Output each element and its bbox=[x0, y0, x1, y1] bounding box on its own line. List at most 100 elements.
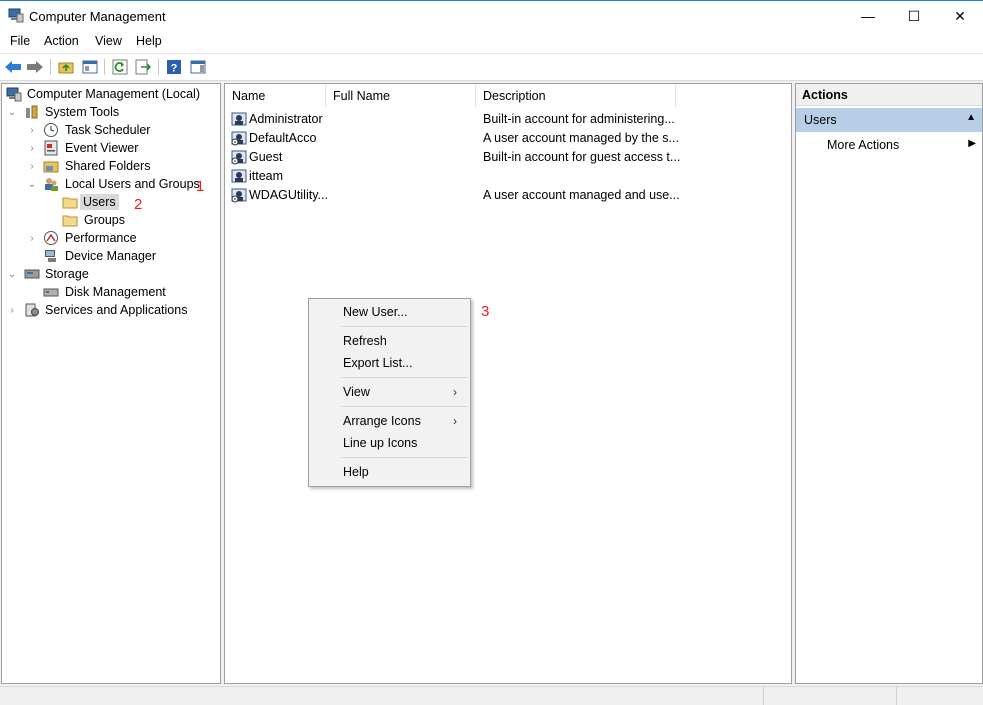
menu-action[interactable]: Action bbox=[44, 34, 79, 48]
users-group-icon bbox=[45, 178, 58, 191]
toolbar-separator bbox=[158, 59, 159, 75]
window-title: Computer Management bbox=[29, 9, 166, 24]
menu-help[interactable]: Help bbox=[136, 34, 162, 48]
disabled-user-icon bbox=[231, 150, 247, 165]
chevron-down-icon[interactable]: ⌄ bbox=[7, 107, 17, 118]
menu-view[interactable]: View bbox=[95, 34, 122, 48]
user-name: DefaultAcco bbox=[249, 131, 317, 145]
services-icon bbox=[25, 303, 39, 317]
disk-icon bbox=[43, 288, 59, 297]
tools-icon bbox=[26, 105, 38, 119]
folder-icon bbox=[62, 215, 78, 227]
column-header-description[interactable]: Description bbox=[476, 84, 676, 108]
refresh-button[interactable] bbox=[111, 58, 129, 76]
toolbar-separator bbox=[104, 59, 105, 75]
user-description: A user account managed by the s... bbox=[483, 131, 679, 145]
menu-item-new-user[interactable]: New User... bbox=[343, 305, 408, 319]
up-level-button[interactable] bbox=[57, 58, 75, 76]
menu-separator bbox=[341, 377, 468, 378]
close-button[interactable]: ✕ bbox=[937, 1, 983, 31]
tree-label: System Tools bbox=[45, 105, 120, 119]
forward-arrow-icon bbox=[27, 61, 43, 73]
help-icon: ? bbox=[167, 60, 181, 75]
export-list-button[interactable] bbox=[134, 58, 152, 76]
list-item[interactable]: itteam bbox=[229, 167, 789, 186]
user-icon bbox=[231, 169, 247, 183]
more-actions-item[interactable]: More Actions ▶ bbox=[796, 134, 982, 156]
event-viewer-icon bbox=[44, 140, 58, 156]
menu-separator bbox=[341, 457, 468, 458]
annotation-2: 2 bbox=[134, 196, 143, 213]
annotation-3: 3 bbox=[481, 303, 490, 320]
menu-item-export-list[interactable]: Export List... bbox=[343, 356, 412, 370]
chevron-right-icon[interactable]: › bbox=[27, 161, 37, 172]
tree-label: Groups bbox=[84, 213, 125, 227]
chevron-down-icon[interactable]: ⌄ bbox=[7, 269, 17, 280]
computer-management-icon bbox=[8, 8, 24, 23]
annotation-1: 1 bbox=[196, 178, 205, 195]
tree-label: Services and Applications bbox=[45, 303, 188, 317]
console-tree-icon bbox=[82, 60, 98, 74]
menu-bar: File Action View Help bbox=[0, 30, 983, 54]
menu-item-arrange-icons[interactable]: Arrange Icons bbox=[343, 414, 421, 428]
list-item[interactable]: Administrator Built-in account for admin… bbox=[229, 110, 789, 129]
show-hide-action-pane-button[interactable] bbox=[189, 58, 207, 76]
minimize-button[interactable]: — bbox=[845, 1, 891, 31]
maximize-button[interactable]: ☐ bbox=[891, 1, 937, 31]
section-label: Users bbox=[804, 113, 837, 127]
shared-folder-icon bbox=[43, 161, 59, 173]
chevron-right-icon[interactable]: › bbox=[7, 305, 17, 316]
submenu-arrow-icon: ▶ bbox=[968, 138, 976, 149]
tree-label: Disk Management bbox=[65, 285, 166, 299]
tree-label: Storage bbox=[45, 267, 89, 281]
menu-separator bbox=[341, 406, 468, 407]
user-description: A user account managed and use... bbox=[483, 188, 680, 202]
tree-label: Device Manager bbox=[65, 249, 157, 263]
list-item[interactable]: DefaultAcco A user account managed by th… bbox=[229, 129, 789, 148]
computer-management-icon bbox=[6, 87, 22, 102]
collapse-up-icon[interactable]: ▲ bbox=[966, 112, 976, 123]
menu-item-help[interactable]: Help bbox=[343, 465, 369, 479]
menu-item-view[interactable]: View bbox=[343, 385, 370, 399]
status-bar bbox=[0, 686, 983, 705]
actions-section-users[interactable]: Users ▲ bbox=[796, 108, 982, 132]
actions-pane: Actions Users ▲ More Actions ▶ bbox=[795, 83, 983, 684]
chevron-right-icon[interactable]: › bbox=[27, 125, 37, 136]
user-name: WDAGUtility... bbox=[249, 188, 328, 202]
minimize-icon: — bbox=[861, 8, 875, 24]
show-hide-tree-button[interactable] bbox=[81, 58, 99, 76]
column-header-full-name[interactable]: Full Name bbox=[326, 84, 476, 108]
user-description: Built-in account for administering... bbox=[483, 112, 675, 126]
column-header-name[interactable]: Name bbox=[225, 84, 326, 108]
tree-label-selected: Users bbox=[80, 194, 119, 210]
list-item[interactable]: Guest Built-in account for guest access … bbox=[229, 148, 789, 167]
back-button[interactable] bbox=[4, 58, 22, 76]
back-arrow-icon bbox=[5, 61, 21, 73]
chevron-down-icon[interactable]: ⌄ bbox=[27, 179, 37, 190]
refresh-icon bbox=[112, 59, 128, 75]
list-item[interactable]: WDAGUtility... A user account managed an… bbox=[229, 186, 789, 205]
menu-item-refresh[interactable]: Refresh bbox=[343, 334, 387, 348]
chevron-right-icon[interactable]: › bbox=[27, 233, 37, 244]
forward-button[interactable] bbox=[26, 58, 44, 76]
help-button[interactable]: ? bbox=[165, 58, 183, 76]
user-icon bbox=[231, 112, 247, 126]
tree-label: Computer Management (Local) bbox=[27, 87, 200, 101]
user-name: itteam bbox=[249, 169, 284, 183]
folder-icon bbox=[62, 197, 78, 209]
menu-file[interactable]: File bbox=[10, 34, 30, 48]
context-menu: New User... Refresh Export List... View … bbox=[308, 298, 471, 487]
device-manager-icon bbox=[45, 250, 56, 262]
clock-icon bbox=[44, 123, 58, 137]
toolbar: ? bbox=[0, 54, 983, 81]
user-name: Administrator bbox=[249, 112, 323, 126]
more-actions-label: More Actions bbox=[827, 138, 900, 152]
menu-separator bbox=[341, 326, 468, 327]
folder-up-icon bbox=[58, 62, 74, 74]
menu-item-line-up-icons[interactable]: Line up Icons bbox=[343, 436, 417, 450]
console-tree-pane: Computer Management (Local) ⌄ System Too… bbox=[1, 83, 221, 684]
title-bar: Computer Management — ☐ ✕ bbox=[0, 0, 983, 30]
chevron-right-icon[interactable]: › bbox=[27, 143, 37, 154]
user-name: Guest bbox=[249, 150, 283, 164]
disabled-user-icon bbox=[231, 131, 247, 146]
